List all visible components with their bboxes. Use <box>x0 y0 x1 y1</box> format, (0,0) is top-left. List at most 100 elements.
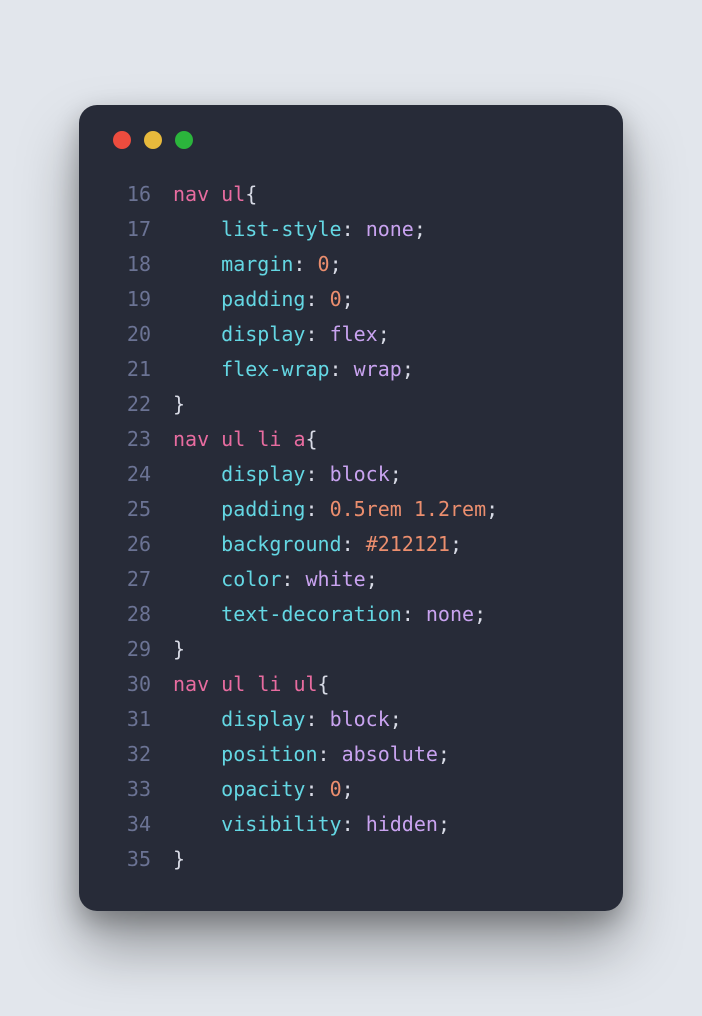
code-token: position <box>221 742 317 766</box>
code-token <box>245 672 257 696</box>
code-token: ; <box>486 497 498 521</box>
code-editor[interactable]: 16nav ul{17 list-style: none;18 margin: … <box>105 177 597 877</box>
code-token: none <box>366 217 414 241</box>
line-content: } <box>173 842 185 877</box>
code-token: none <box>426 602 474 626</box>
line-content: padding: 0.5rem 1.2rem; <box>173 492 498 527</box>
code-line: 26 background: #212121; <box>105 527 597 562</box>
line-content: display: block; <box>173 702 402 737</box>
line-content: display: flex; <box>173 317 390 352</box>
line-content: text-decoration: none; <box>173 597 486 632</box>
code-token: ; <box>438 742 450 766</box>
line-number: 33 <box>105 772 151 807</box>
code-token: nav <box>173 427 209 451</box>
code-token: ul <box>221 427 245 451</box>
code-line: 19 padding: 0; <box>105 282 597 317</box>
line-number: 30 <box>105 667 151 702</box>
line-number: 34 <box>105 807 151 842</box>
code-token: 0 <box>318 252 330 276</box>
code-token: : <box>305 777 329 801</box>
code-line: 22} <box>105 387 597 422</box>
code-line: 32 position: absolute; <box>105 737 597 772</box>
close-icon[interactable] <box>113 131 131 149</box>
code-token: } <box>173 637 185 661</box>
code-token: : <box>305 462 329 486</box>
code-token: absolute <box>342 742 438 766</box>
code-token: ; <box>378 322 390 346</box>
code-token: list-style <box>221 217 341 241</box>
code-token: white <box>305 567 365 591</box>
code-line: 24 display: block; <box>105 457 597 492</box>
code-token: ; <box>366 567 378 591</box>
line-number: 22 <box>105 387 151 422</box>
code-line: 30 nav ul li ul{ <box>105 667 597 702</box>
code-token: } <box>173 847 185 871</box>
code-token: 0.5rem <box>330 497 402 521</box>
code-token: flex <box>330 322 378 346</box>
code-line: 31 display: block; <box>105 702 597 737</box>
minimize-icon[interactable] <box>144 131 162 149</box>
code-token: #212121 <box>366 532 450 556</box>
line-number: 31 <box>105 702 151 737</box>
code-token: text-decoration <box>221 602 402 626</box>
code-token: block <box>330 707 390 731</box>
code-token: ul <box>293 672 317 696</box>
code-token: background <box>221 532 341 556</box>
code-token: : <box>402 602 426 626</box>
code-token: a <box>293 427 305 451</box>
code-token: ; <box>342 287 354 311</box>
line-content: opacity: 0; <box>173 772 354 807</box>
code-token: nav <box>173 672 209 696</box>
code-token: padding <box>221 287 305 311</box>
code-token: } <box>173 392 185 416</box>
line-number: 20 <box>105 317 151 352</box>
code-token: : <box>293 252 317 276</box>
code-line: 18 margin: 0; <box>105 247 597 282</box>
code-line: 16nav ul{ <box>105 177 597 212</box>
code-token: display <box>221 322 305 346</box>
code-token: ; <box>438 812 450 836</box>
code-token: ; <box>402 357 414 381</box>
line-number: 35 <box>105 842 151 877</box>
code-token: : <box>305 707 329 731</box>
window-controls <box>113 131 597 149</box>
code-token: margin <box>221 252 293 276</box>
code-token: nav <box>173 182 209 206</box>
code-token: wrap <box>354 357 402 381</box>
code-line: 28 text-decoration: none; <box>105 597 597 632</box>
line-number: 24 <box>105 457 151 492</box>
code-line: 21 flex-wrap: wrap; <box>105 352 597 387</box>
code-token: : <box>318 742 342 766</box>
code-token: ul <box>221 672 245 696</box>
line-content: nav ul li ul{ <box>173 667 330 702</box>
line-content: nav ul{ <box>173 177 257 212</box>
line-number: 19 <box>105 282 151 317</box>
code-token: ; <box>390 707 402 731</box>
code-token <box>245 427 257 451</box>
line-number: 32 <box>105 737 151 772</box>
code-token: ul <box>221 182 245 206</box>
code-token: { <box>318 672 330 696</box>
code-token: : <box>281 567 305 591</box>
zoom-icon[interactable] <box>175 131 193 149</box>
code-token: color <box>221 567 281 591</box>
code-token: 0 <box>330 287 342 311</box>
code-token: { <box>245 182 257 206</box>
code-token <box>209 182 221 206</box>
line-content: display: block; <box>173 457 402 492</box>
code-token: : <box>305 497 329 521</box>
code-line: 20 display: flex; <box>105 317 597 352</box>
code-token: : <box>342 532 366 556</box>
code-token: visibility <box>221 812 341 836</box>
line-number: 23 <box>105 422 151 457</box>
line-content: } <box>173 632 185 667</box>
code-token: block <box>330 462 390 486</box>
code-token: flex-wrap <box>221 357 329 381</box>
code-token: ; <box>414 217 426 241</box>
line-number: 29 <box>105 632 151 667</box>
code-token: display <box>221 707 305 731</box>
code-token: : <box>342 217 366 241</box>
code-token: ; <box>330 252 342 276</box>
code-token <box>281 427 293 451</box>
line-content: color: white; <box>173 562 378 597</box>
